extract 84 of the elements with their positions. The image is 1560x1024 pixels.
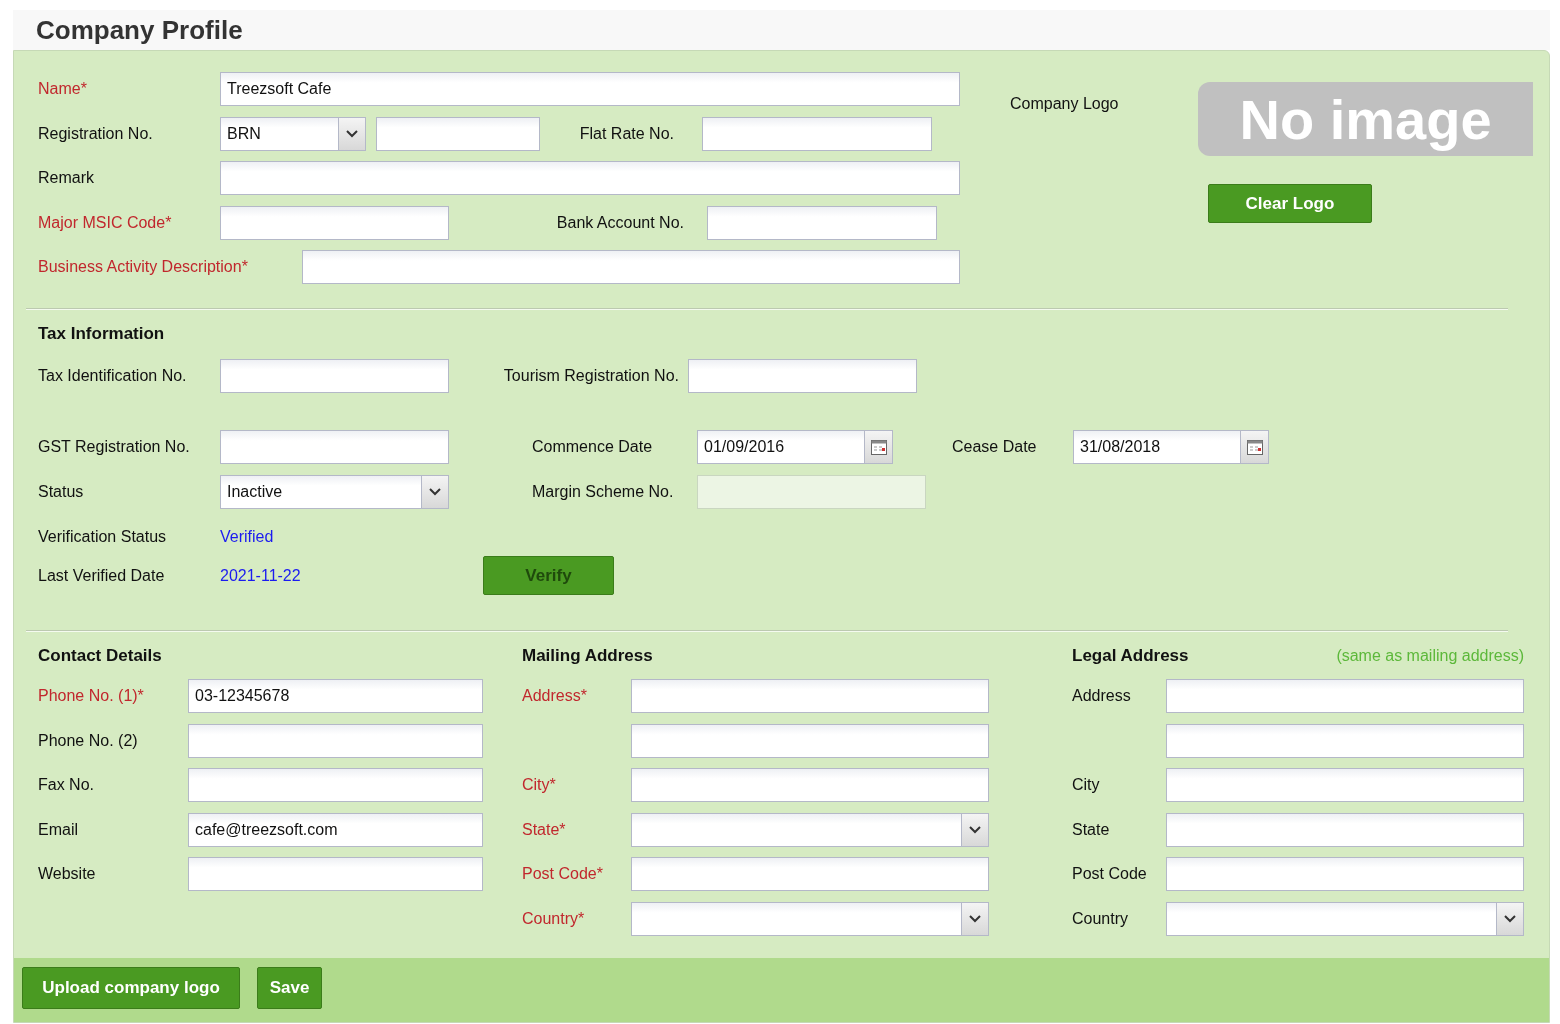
field-label: Tax Identification No. bbox=[38, 367, 188, 385]
text-field[interactable] bbox=[220, 161, 960, 195]
text-field[interactable] bbox=[220, 359, 449, 393]
calendar-icon bbox=[870, 439, 887, 455]
field-label: City* bbox=[522, 776, 557, 794]
text-field[interactable] bbox=[188, 768, 483, 802]
upload-button[interactable]: Upload company logo bbox=[22, 966, 240, 1009]
page-title: Company Profile bbox=[36, 14, 243, 46]
caret-icon bbox=[421, 476, 448, 508]
field-label: Address* bbox=[522, 687, 588, 705]
text-field[interactable] bbox=[1166, 857, 1524, 891]
dropdown[interactable]: Inactive bbox=[220, 475, 449, 509]
calendar-icon bbox=[1246, 439, 1263, 455]
field-label: City bbox=[1072, 776, 1101, 794]
date-value: 2021-11-22 bbox=[220, 566, 302, 585]
dropdown[interactable]: BRN bbox=[220, 116, 366, 151]
text-field[interactable] bbox=[1166, 768, 1524, 802]
field-label: State* bbox=[522, 820, 567, 839]
field-label: GST Registration No. bbox=[38, 438, 191, 456]
no-image-text: No image bbox=[1239, 86, 1492, 152]
section-heading: Contact Details bbox=[38, 646, 162, 666]
status-value: Verified bbox=[220, 528, 274, 546]
field-label: Country bbox=[1072, 909, 1130, 928]
field-label: Country* bbox=[522, 909, 586, 928]
field-label: Commence Date bbox=[532, 438, 654, 456]
field-label: Registration No. bbox=[38, 124, 154, 143]
field-label: Post Code* bbox=[522, 865, 604, 883]
field-label: Website bbox=[38, 865, 97, 883]
note-text: (same as mailing address) bbox=[1336, 647, 1524, 665]
field-label: Tourism Registration No. bbox=[502, 367, 680, 385]
text-field[interactable] bbox=[302, 250, 960, 284]
text-field[interactable] bbox=[631, 723, 989, 758]
text-field[interactable]: 03-12345678 bbox=[188, 679, 483, 713]
text-field[interactable] bbox=[1166, 812, 1524, 847]
field-label: Post Code bbox=[1072, 865, 1148, 883]
text-field[interactable] bbox=[188, 857, 483, 891]
field-label: Major MSIC Code* bbox=[38, 213, 173, 232]
text-field[interactable] bbox=[707, 205, 937, 240]
text-field[interactable]: cafe@treezsoft.com bbox=[188, 812, 483, 847]
caret-icon bbox=[961, 902, 988, 935]
text-field[interactable] bbox=[1166, 723, 1524, 758]
field-label: Phone No. (2) bbox=[38, 731, 139, 750]
field-label: Phone No. (1)* bbox=[38, 687, 145, 705]
field-label: Flat Rate No. bbox=[578, 124, 675, 143]
field-label: Remark bbox=[38, 169, 95, 187]
calendar-button[interactable] bbox=[1241, 430, 1269, 464]
date-field[interactable]: 31/08/2018 bbox=[1073, 430, 1241, 464]
section-heading: Mailing Address bbox=[522, 646, 653, 666]
text-field[interactable] bbox=[688, 359, 917, 393]
field-label: Bank Account No. bbox=[555, 213, 685, 232]
field-label: Cease Date bbox=[952, 438, 1038, 456]
text-field[interactable]: Treezsoft Cafe bbox=[220, 72, 960, 106]
caret-icon bbox=[961, 813, 988, 846]
field-label: Name* bbox=[38, 80, 88, 98]
dropdown[interactable] bbox=[1166, 901, 1524, 936]
text-field[interactable] bbox=[631, 679, 989, 713]
text-field[interactable] bbox=[376, 116, 540, 151]
date-field[interactable]: 01/09/2016 bbox=[697, 430, 865, 464]
clear-logo-button[interactable]: Clear Logo bbox=[1208, 184, 1372, 223]
text-field[interactable] bbox=[188, 723, 483, 758]
text-field[interactable] bbox=[702, 116, 932, 151]
section-heading: Legal Address bbox=[1072, 646, 1189, 666]
text-field[interactable] bbox=[631, 768, 989, 802]
field-label: Fax No. bbox=[38, 776, 95, 794]
caret-icon bbox=[338, 117, 365, 150]
field-label: Company Logo bbox=[1010, 95, 1120, 113]
field-label: Verification Status bbox=[38, 528, 168, 546]
field-label: Email bbox=[38, 820, 79, 839]
save-button[interactable]: Save bbox=[257, 966, 322, 1009]
text-field[interactable] bbox=[1166, 679, 1524, 713]
text-field[interactable] bbox=[631, 857, 989, 891]
field-label: Margin Scheme No. bbox=[532, 483, 675, 501]
text-field[interactable] bbox=[220, 430, 449, 464]
field-label: State bbox=[1072, 820, 1111, 839]
dropdown[interactable] bbox=[631, 812, 989, 847]
section-heading: Tax Information bbox=[38, 324, 166, 344]
text-field[interactable] bbox=[220, 205, 449, 240]
field-label: Last Verified Date bbox=[38, 566, 166, 585]
dropdown[interactable] bbox=[631, 901, 989, 936]
field-label: Status bbox=[38, 483, 85, 501]
field-label: Address bbox=[1072, 687, 1132, 705]
field-label: Business Activity Description* bbox=[38, 258, 249, 276]
caret-icon bbox=[1496, 902, 1523, 935]
calendar-button[interactable] bbox=[865, 430, 893, 464]
